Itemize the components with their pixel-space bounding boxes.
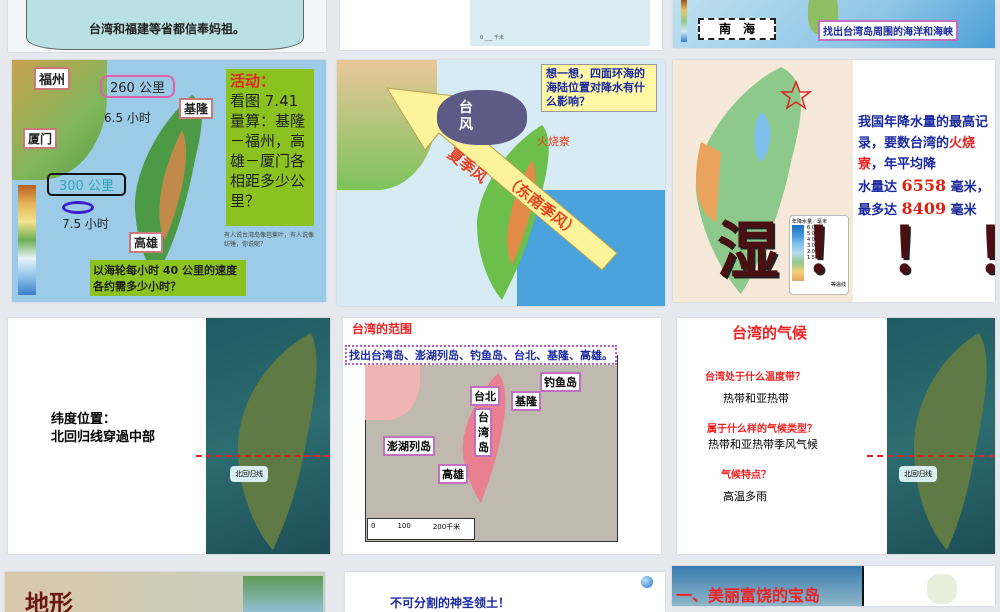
question-2: 属于什么样的气候类型？ — [707, 424, 817, 435]
tropic-line — [867, 455, 995, 457]
average-rainfall: 6558 — [901, 176, 947, 195]
typhoon-label: 台风 — [459, 100, 473, 133]
slide-thumbnail-7[interactable]: 北回归线 纬度位置： 北回归线穿過中部 — [8, 318, 330, 554]
slide-thumbnail-12[interactable]: 一、美丽富饶的宝岛 — [672, 566, 995, 606]
text: 水量达 — [858, 180, 898, 195]
think-box: 想一想，四面环海的海陆位置对降水有什么影响？ — [541, 64, 657, 112]
tropic-callout: 北回归线 — [899, 466, 937, 482]
activity-box: 活动： 看图 7.41 量算：基隆－福州，高雄－厦门各相距多少公里？ — [226, 69, 314, 226]
note-text: 有人说台湾岛像芭蕉叶，有人说像纺锤，你说呢？ — [224, 232, 315, 248]
slide-title: 台湾的范围 — [352, 322, 413, 336]
label-taiwan-island: 台湾岛 — [474, 408, 492, 457]
label-taipei: 台北 — [470, 386, 500, 406]
answer-3: 高温多雨 — [723, 490, 767, 503]
slide-thumbnail-4[interactable]: 福州 基隆 厦门 高雄 260 公里 6.5 小时 300 公里 7.5 小时 … — [12, 60, 326, 302]
distance-1: 260 公里 — [100, 75, 175, 98]
slide-title: 一、美丽富饶的宝岛 — [676, 586, 821, 605]
slide-thumbnail-1[interactable]: 台湾和福建等省都信奉妈祖。 — [8, 0, 326, 52]
max-rainfall: 8409 — [901, 199, 947, 218]
label-keelung: 基隆 — [511, 391, 541, 411]
unit: 毫米， — [950, 180, 990, 195]
slide-thumbnail-8[interactable]: 台湾的范围 找出台湾岛、澎湖列岛、钓鱼岛、台北、基隆、高雄。 钓鱼岛 台北 基隆… — [343, 318, 661, 554]
slide-thumbnail-10[interactable]: 地形 — [5, 572, 325, 612]
city-label-xiamen: 厦门 — [23, 128, 58, 149]
task-label: 找出台湾岛周围的海洋和海峡 — [818, 20, 958, 41]
taiwan-satellite — [914, 333, 987, 550]
legend-bar — [18, 185, 36, 295]
label-penghu: 澎湖列岛 — [383, 436, 435, 456]
map-scale: 0 ___ 千米 — [480, 35, 504, 41]
city-label-kaohsiung: 高雄 — [129, 232, 164, 253]
slide-thumbnail-2[interactable]: 0 ___ 千米 — [340, 0, 662, 50]
south-sea-label: 南 海 — [698, 18, 776, 40]
question-3: 气候特点？ — [721, 470, 771, 481]
text: ，年平均降 — [871, 157, 937, 172]
answer-1: 热带和亚热带 — [723, 392, 789, 405]
activity-body: 看图 7.41 量算：基隆－福州，高雄－厦门各相距多少公里？ — [230, 92, 306, 210]
slide-thumbnail-5[interactable]: 台风 夏季风 （东南季风） 火烧寮 想一想，四面环海的海陆位置对降水有什么影响？ — [337, 60, 665, 306]
latitude-body: 北回归线穿過中部 — [51, 430, 156, 445]
distance-2: 300 公里 — [47, 173, 126, 196]
scale-tick: 0 — [371, 522, 376, 530]
slide-title: 台湾的气候 — [732, 324, 808, 342]
city-label-keelung: 基隆 — [179, 98, 214, 119]
globe-icon — [641, 576, 653, 588]
time-1: 6.5 小时 — [104, 111, 151, 125]
slide-thumbnail-9[interactable]: 北回归线 台湾的气候 台湾处于什么温度带？ 热带和亚热带 属于什么样的气候类型？… — [677, 318, 995, 554]
elevation-legend — [681, 0, 687, 42]
scale-tick: 200千米 — [432, 523, 461, 531]
tropic-line — [196, 455, 330, 457]
question-box: 以海轮每小时 40 公里的速度各约需多少小时？ — [90, 260, 246, 296]
slide-thumbnail-6[interactable]: 年降水量／毫米 6 000 5 000 4 000 3 000 2 000 1 500 等… — [673, 60, 995, 302]
answer-2: 热带和亚热带季风气候 — [708, 438, 818, 451]
slide-thumbnail-11[interactable]: 不可分割的神圣领土！ — [345, 572, 665, 612]
terrain-image — [243, 576, 323, 612]
place-label: 火烧寮 — [537, 135, 570, 148]
latitude-title: 纬度位置： — [51, 412, 117, 427]
map-scale: 0 100 200千米 — [367, 518, 475, 540]
label-diaoyu: 钓鱼岛 — [540, 372, 581, 392]
taiwan-satellite — [238, 333, 317, 550]
activity-title: 活动： — [230, 72, 276, 90]
typhoon-cloud — [437, 90, 527, 145]
question-1: 台湾处于什么温度带？ — [705, 372, 805, 383]
highlight-ellipse — [62, 201, 94, 214]
slide-title: 地形 — [25, 590, 73, 612]
divider — [862, 566, 864, 606]
unit: 毫米 — [950, 203, 977, 218]
rainfall-text: 我国年降水量的最高记录，要数台湾的火烧寮，年平均降 水量达 6558 毫米， 最… — [858, 112, 990, 221]
caption: 台湾和福建等省都信奉妈祖。 — [88, 22, 245, 36]
slide-thumbnail-3[interactable]: 南 海 找出台湾岛周围的海洋和海峡 — [673, 0, 995, 48]
task-bar: 找出台湾岛、澎湖列岛、钓鱼岛、台北、基隆、高雄。 — [345, 345, 617, 365]
tropic-callout: 北回归线 — [230, 466, 268, 482]
label-kaohsiung: 高雄 — [438, 464, 468, 484]
scale-tick: 100 — [397, 522, 411, 530]
time-2: 7.5 小时 — [62, 217, 109, 231]
slide-title: 不可分割的神圣领土！ — [390, 596, 511, 610]
city-label-fuzhou: 福州 — [34, 67, 71, 90]
text: 最多达 — [858, 203, 898, 218]
